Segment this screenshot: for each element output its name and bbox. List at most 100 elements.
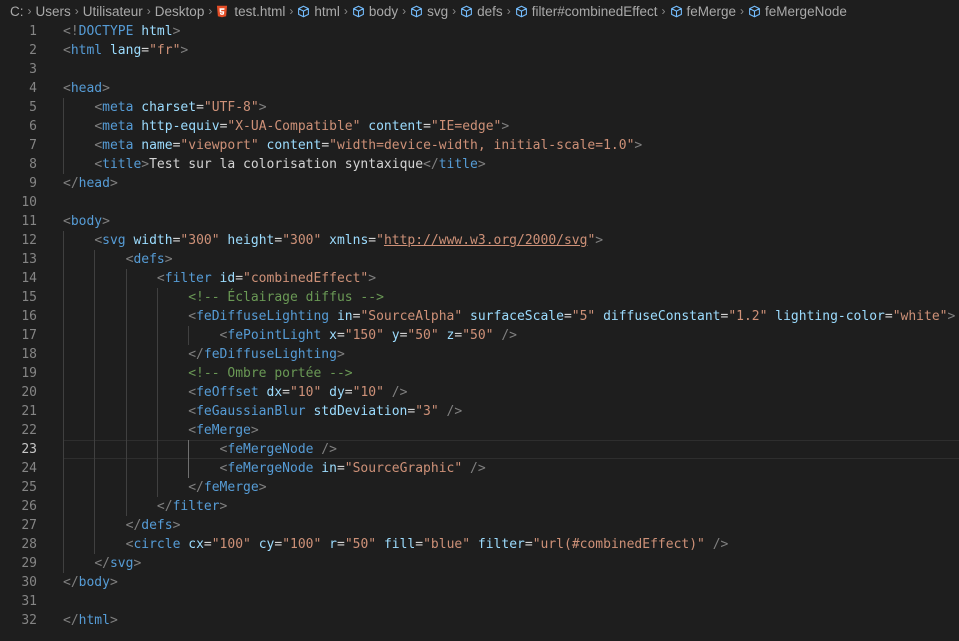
code-line[interactable]: 18 </feDiffuseLighting> <box>0 345 959 364</box>
breadcrumb-item[interactable]: html <box>297 4 340 19</box>
code-line[interactable]: 22 <feMerge> <box>0 421 959 440</box>
code-line[interactable]: 27 </defs> <box>0 516 959 535</box>
code-bracket: > <box>250 423 259 438</box>
code-tag-name: title <box>438 157 478 172</box>
breadcrumb-item[interactable]: feMerge <box>670 4 736 19</box>
code-editor[interactable]: 1 <!DOCTYPE html> 2 <html lang="fr"> 3 4 <head… <box>0 22 959 641</box>
code-link[interactable]: http://www.w3.org/2000/svg <box>384 233 588 248</box>
code-bracket: < <box>94 157 103 172</box>
code-content: </filter> <box>63 497 227 516</box>
code-tag-name: filter <box>172 499 220 514</box>
code-line[interactable]: 3 <box>0 60 959 79</box>
breadcrumb-item[interactable]: filter#combinedEffect <box>515 4 658 19</box>
code-tag-name: defs <box>141 518 173 533</box>
code-line[interactable]: 28 <circle cx="100" cy="100" r="50" fill… <box>0 535 959 554</box>
code-line[interactable]: 11 <body> <box>0 212 959 231</box>
breadcrumb-item[interactable]: test.html <box>216 4 285 19</box>
code-line[interactable]: 19 <!-- Ombre portée --> <box>0 364 959 383</box>
code-line[interactable]: 21 <feGaussianBlur stdDeviation="3" /> <box>0 402 959 421</box>
code-line[interactable]: 5 <meta charset="UTF-8"> <box>0 98 959 117</box>
code-line[interactable]: 6 <meta http-equiv = "X-UA-Compatible" con… <box>0 117 959 136</box>
breadcrumb-item[interactable]: C: <box>10 4 24 19</box>
code-text: = <box>336 537 345 552</box>
code-attribute: cy <box>258 537 275 552</box>
code-bracket: > <box>109 613 118 628</box>
code-line[interactable]: 31 <box>0 592 959 611</box>
code-tag-name: meta <box>102 100 134 115</box>
code-string: "5" <box>571 309 596 324</box>
line-number: 11 <box>21 214 37 229</box>
code-bracket: > <box>172 518 181 533</box>
line-number: 29 <box>21 556 37 571</box>
code-line[interactable]: 16 <feDiffuseLighting in = "SourceAlpha" s… <box>0 307 959 326</box>
cube-icon <box>749 5 760 17</box>
code-tag-name: body <box>70 214 103 229</box>
code-line[interactable]: 14 <filter id="combinedEffect"> <box>0 269 959 288</box>
code-attribute: diffuseConstant <box>603 309 721 324</box>
breadcrumb-item[interactable]: Users <box>36 4 71 19</box>
code-bracket: > <box>164 252 173 267</box>
code-bracket: </ <box>63 176 79 191</box>
code-bracket: /> <box>470 461 486 476</box>
code-bracket: > <box>368 271 377 286</box>
code-tag-name: feMergeNode <box>227 442 314 457</box>
code-content: <circle cx="100" cy="100" r="50" fill="b… <box>63 535 729 554</box>
code-string: "white" <box>892 309 948 324</box>
code-bracket: > <box>109 176 118 191</box>
code-line[interactable]: 12 <svg width="300" height="300" xmlns="… <box>0 231 959 250</box>
code-line[interactable]: 1 <!DOCTYPE html> <box>0 22 959 41</box>
code-attribute: surfaceScale <box>470 309 564 324</box>
code-bracket: /> <box>712 537 729 552</box>
line-number: 6 <box>29 119 37 134</box>
code-line[interactable]: 26 </filter> <box>0 497 959 516</box>
code-line[interactable]: 15 <!-- Éclairage diffus --> <box>0 288 959 307</box>
line-number: 2 <box>29 43 37 58</box>
breadcrumb-item[interactable]: feMergeNode <box>748 4 847 19</box>
code-line[interactable]: 25 </feMerge> <box>0 478 959 497</box>
code-tag-name: svg <box>109 556 134 571</box>
code-string: "10" <box>290 385 322 400</box>
breadcrumb-item[interactable]: Desktop <box>155 4 205 19</box>
code-line[interactable]: 32 </html> <box>0 611 959 630</box>
code-line[interactable]: 23 <feMergeNode /> <box>0 440 959 459</box>
line-number: 17 <box>21 328 37 343</box>
breadcrumb-item[interactable]: svg <box>410 4 448 19</box>
code-bracket: </ <box>188 347 204 362</box>
line-number: 28 <box>21 537 37 552</box>
code-line[interactable]: 30 </body> <box>0 573 959 592</box>
breadcrumb-item[interactable]: defs <box>460 4 503 19</box>
line-number: 4 <box>29 81 37 96</box>
code-text: = <box>274 537 283 552</box>
code-bracket: < <box>188 385 197 400</box>
code-line[interactable]: 7 <meta name="viewport" content="width=d… <box>0 136 959 155</box>
code-line[interactable]: 29 </svg> <box>0 554 959 573</box>
indent-guide <box>94 250 95 554</box>
code-bracket: </ <box>188 480 204 495</box>
indent-guide <box>188 440 189 478</box>
code-line[interactable]: 8 <title>Test sur la colorisation syntax… <box>0 155 959 174</box>
code-bracket: /> <box>321 442 337 457</box>
code-line[interactable]: 2 <html lang="fr"> <box>0 41 959 60</box>
code-line[interactable]: 10 <box>0 193 959 212</box>
code-line[interactable]: 17 <fePointLight x="150" y="50" z="50" /… <box>0 326 959 345</box>
code-bracket: > <box>109 575 118 590</box>
code-line[interactable]: 13 <defs> <box>0 250 959 269</box>
cube-icon <box>352 5 364 17</box>
chevron-right-icon: › <box>740 4 745 18</box>
code-line[interactable]: 24 <feMergeNode in="SourceGraphic" /> <box>0 459 959 478</box>
chevron-right-icon: › <box>661 4 666 18</box>
code-line[interactable]: 20 <feOffset dx="10" dy="10" /> <box>0 383 959 402</box>
breadcrumb-label: test.html <box>234 3 286 19</box>
code-bracket: </ <box>156 499 173 514</box>
breadcrumb-item[interactable]: Utilisateur <box>83 4 143 19</box>
breadcrumb-item[interactable]: body <box>352 4 398 19</box>
code-bracket: < <box>94 233 103 248</box>
line-number: 27 <box>21 518 37 533</box>
code-line[interactable]: 9 </head> <box>0 174 959 193</box>
code-line[interactable]: 4 <head> <box>0 79 959 98</box>
code-tag-name: feDiffuseLighting <box>196 309 330 324</box>
